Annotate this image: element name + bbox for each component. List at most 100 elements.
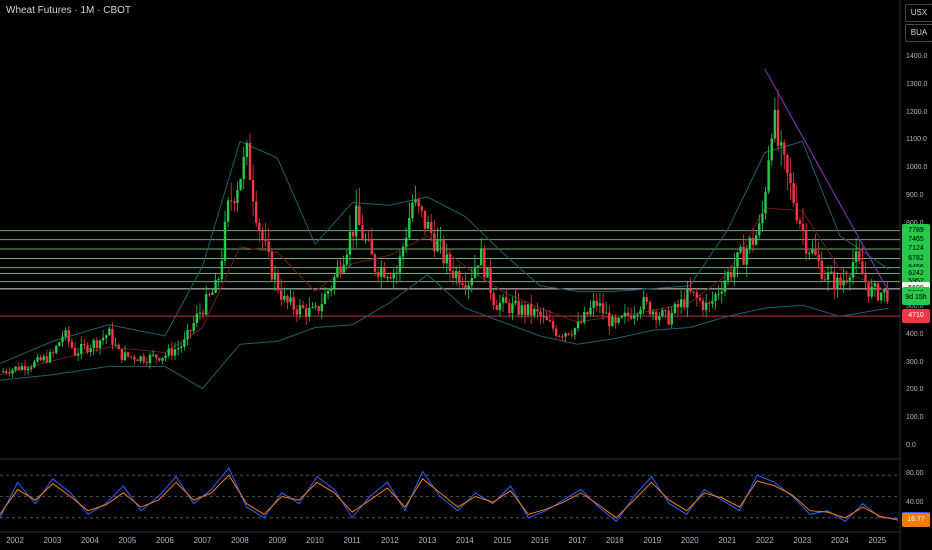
candle-body [348, 231, 352, 255]
candle-body [708, 302, 711, 304]
candle-body [664, 310, 667, 312]
candle-body [789, 173, 792, 184]
candle-body [486, 267, 489, 278]
candle-body [526, 304, 530, 315]
candle-body [417, 199, 420, 207]
candle-body [692, 291, 695, 293]
candle-body [251, 179, 255, 202]
candle-body [364, 239, 367, 241]
candle-body [798, 220, 802, 224]
candle-body [139, 356, 142, 362]
currency-button[interactable]: USX [905, 4, 932, 22]
candle-body [311, 307, 314, 309]
time-tick-label: 2016 [530, 536, 549, 545]
candle-body [839, 277, 842, 286]
candle-body [414, 199, 417, 203]
candle-body [239, 179, 242, 190]
candle-body [261, 231, 264, 239]
price-tag: 4710 [902, 309, 930, 324]
candle-body [330, 288, 333, 291]
candle-body [636, 314, 639, 316]
candle-body [411, 202, 414, 219]
candle-body [217, 279, 220, 281]
time-tick-label: 2008 [230, 536, 249, 545]
candle-body [604, 312, 608, 314]
candle-body [583, 312, 586, 323]
candle-body [439, 240, 442, 242]
price-tick-label: 200.0 [906, 386, 924, 394]
price-tick-label: 1400.0 [906, 53, 928, 60]
candle-body [461, 283, 464, 285]
candle-body [220, 260, 224, 280]
candle-body [326, 290, 330, 294]
candle-body [511, 303, 514, 314]
candle-body [180, 346, 183, 349]
time-tick-label: 2011 [343, 536, 361, 545]
candle-body [270, 251, 274, 280]
candle-body [714, 294, 717, 302]
price-tag: 9d 15h [902, 290, 930, 305]
candle-body [858, 251, 861, 262]
candle-body [592, 300, 595, 308]
candle-body [48, 352, 52, 363]
candle-body [230, 200, 233, 202]
candle-body [358, 205, 361, 226]
candle-body [745, 249, 748, 265]
time-tick-label: 2025 [868, 536, 887, 545]
candle-body [848, 277, 852, 281]
candle-body [861, 261, 864, 275]
candle-body [280, 290, 283, 300]
price-chart[interactable] [0, 0, 932, 550]
candle-body [33, 361, 36, 368]
candle-body [764, 191, 767, 214]
candle-body [167, 348, 170, 356]
candle-body [395, 272, 399, 274]
oscillator-tick-label: 40.00 [906, 498, 924, 506]
price-tick-label: 0.0 [906, 442, 916, 449]
time-tick-label: 2012 [380, 536, 399, 545]
candle-body [389, 277, 392, 279]
candle-body [255, 201, 258, 223]
candle-body [742, 247, 745, 265]
candle-body [792, 183, 795, 204]
buy-button[interactable]: BUA [905, 24, 932, 42]
candle-body [73, 347, 77, 356]
candle-body [320, 304, 324, 312]
candle-body [198, 312, 202, 314]
candle-body [558, 335, 561, 337]
candle-body [42, 356, 45, 361]
price-tick-label: 900.0 [906, 191, 924, 199]
candle-body [420, 206, 424, 211]
price-tick-label: 1100.0 [906, 136, 927, 144]
time-tick-label: 2004 [80, 536, 99, 545]
candle-body [51, 352, 55, 354]
price-tick-label: 100.0 [906, 414, 924, 422]
candle-body [336, 266, 339, 278]
candle-body [386, 277, 389, 279]
candle-body [451, 271, 455, 278]
candle-body [170, 348, 174, 356]
candle-body [661, 310, 664, 317]
candle-body [317, 306, 320, 312]
candle-body [301, 305, 305, 309]
candle-body [173, 349, 177, 356]
candle-body [442, 240, 445, 264]
candle-body [105, 335, 108, 338]
candle-body [314, 306, 317, 308]
candle-body [308, 307, 311, 317]
candle-body [339, 266, 342, 273]
candle-body [123, 352, 127, 361]
candle-body [273, 273, 277, 280]
candle-body [876, 283, 880, 301]
candle-body [533, 308, 536, 316]
candle-body [767, 160, 770, 192]
candle-body [473, 267, 477, 279]
candle-body [783, 142, 786, 156]
candle-body [564, 333, 567, 337]
candle-body [520, 305, 524, 315]
candle-body [689, 289, 692, 292]
candle-body [55, 346, 58, 353]
price-tick-label: 300.0 [906, 358, 924, 366]
candle-body [448, 254, 452, 272]
candle-body [248, 142, 252, 180]
